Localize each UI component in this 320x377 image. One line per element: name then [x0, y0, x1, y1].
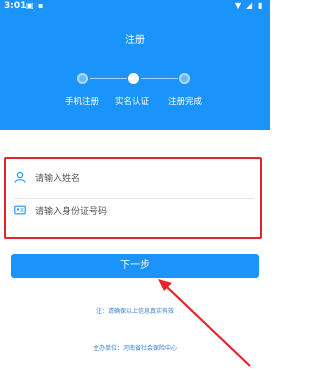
- annotation-arrow: [158, 279, 251, 367]
